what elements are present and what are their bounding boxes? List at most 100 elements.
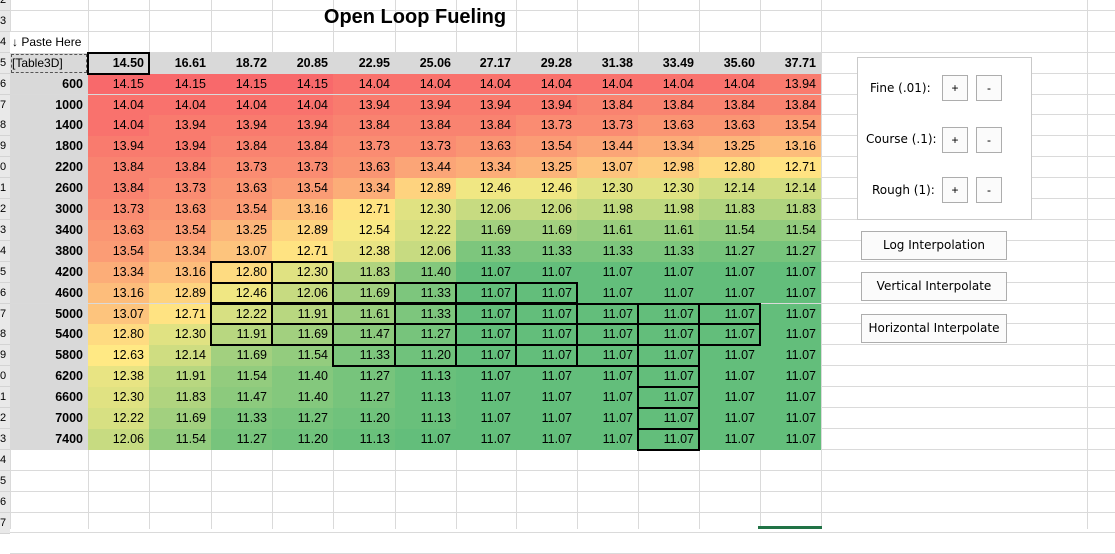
fuel-cell[interactable]: 13.54: [272, 178, 333, 199]
fuel-cell[interactable]: 11.54: [149, 428, 211, 450]
row-number[interactable]: 1: [0, 178, 10, 200]
column-header[interactable]: 20.85: [272, 52, 333, 74]
column-header[interactable]: 29.28: [516, 52, 577, 74]
column-header[interactable]: 35.60: [699, 52, 760, 74]
fuel-cell[interactable]: 11.40: [272, 366, 333, 388]
fuel-cell[interactable]: 13.63: [638, 115, 699, 137]
fuel-cell[interactable]: 14.04: [577, 73, 638, 95]
column-header[interactable]: 33.49: [638, 52, 699, 74]
fuel-cell[interactable]: 12.14: [149, 345, 211, 367]
row-number[interactable]: 7: [0, 94, 10, 116]
fuel-cell[interactable]: 11.33: [333, 345, 395, 367]
rpm-header[interactable]: 7000: [10, 408, 88, 429]
fuel-cell[interactable]: 11.07: [638, 282, 699, 304]
row-number[interactable]: 9: [0, 136, 10, 158]
rpm-header[interactable]: 1000: [10, 94, 88, 116]
fuel-cell[interactable]: 11.27: [395, 324, 456, 346]
fuel-cell[interactable]: 12.80: [88, 324, 149, 346]
fuel-cell[interactable]: 14.04: [333, 73, 395, 95]
row-number[interactable]: 4: [0, 240, 10, 262]
fuel-cell[interactable]: 13.94: [272, 115, 333, 137]
fuel-cell[interactable]: 12.30: [88, 387, 149, 408]
fuel-cell[interactable]: 11.07: [638, 324, 699, 346]
fuel-cell[interactable]: 11.07: [456, 428, 516, 450]
fuel-cell[interactable]: 11.07: [456, 366, 516, 388]
fuel-cell[interactable]: 11.13: [333, 428, 395, 450]
row-number[interactable]: 7: [0, 512, 10, 534]
fuel-cell[interactable]: 11.07: [638, 366, 699, 388]
fuel-cell[interactable]: 11.07: [699, 324, 760, 346]
fuel-cell[interactable]: 13.54: [211, 199, 272, 220]
fuel-cell[interactable]: 11.07: [577, 345, 638, 367]
fuel-cell[interactable]: 12.46: [211, 282, 272, 304]
fuel-cell[interactable]: 11.07: [516, 324, 577, 346]
fuel-cell[interactable]: 13.34: [638, 136, 699, 158]
fuel-cell[interactable]: 11.69: [272, 324, 333, 346]
fuel-cell[interactable]: 11.07: [516, 303, 577, 325]
fuel-cell[interactable]: 13.16: [272, 199, 333, 220]
fuel-cell[interactable]: 12.30: [272, 261, 333, 283]
column-header[interactable]: 18.72: [211, 52, 272, 74]
fuel-cell[interactable]: 12.71: [272, 240, 333, 262]
horizontal-interpolate-button[interactable]: Horizontal Interpolate: [861, 314, 1007, 343]
fuel-cell[interactable]: 11.54: [760, 219, 821, 241]
course-minus-button[interactable]: -: [976, 127, 1002, 153]
fuel-cell[interactable]: 12.63: [88, 345, 149, 367]
fuel-cell[interactable]: 11.07: [760, 324, 821, 346]
fuel-cell[interactable]: 13.54: [88, 240, 149, 262]
fuel-cell[interactable]: 11.07: [699, 282, 760, 304]
fuel-cell[interactable]: 14.04: [638, 73, 699, 95]
fuel-cell[interactable]: 11.07: [760, 261, 821, 283]
fuel-cell[interactable]: 13.16: [88, 282, 149, 304]
fuel-cell[interactable]: 11.61: [333, 303, 395, 325]
fuel-cell[interactable]: 12.46: [456, 178, 516, 199]
fuel-cell[interactable]: 12.38: [88, 366, 149, 388]
fuel-cell[interactable]: 12.06: [272, 282, 333, 304]
row-number[interactable]: 6: [0, 73, 10, 95]
column-header[interactable]: 37.71: [760, 52, 821, 74]
fuel-cell[interactable]: 11.07: [760, 282, 821, 304]
table3d-label[interactable]: [Table3D]: [10, 52, 88, 74]
rpm-header[interactable]: 2200: [10, 157, 88, 179]
fuel-cell[interactable]: 13.63: [149, 199, 211, 220]
fuel-cell[interactable]: 12.06: [395, 240, 456, 262]
fuel-cell[interactable]: 13.84: [395, 115, 456, 137]
fuel-cell[interactable]: 13.34: [456, 157, 516, 179]
fuel-cell[interactable]: 11.07: [456, 387, 516, 408]
fuel-cell[interactable]: 12.54: [333, 219, 395, 241]
fuel-cell[interactable]: 12.80: [699, 157, 760, 179]
fuel-cell[interactable]: 13.73: [88, 199, 149, 220]
row-number[interactable]: 0: [0, 157, 10, 179]
row-number[interactable]: 5: [0, 52, 10, 74]
fuel-cell[interactable]: 11.07: [699, 428, 760, 450]
fuel-cell[interactable]: 13.25: [699, 136, 760, 158]
fuel-cell[interactable]: 11.27: [760, 240, 821, 262]
fuel-cell[interactable]: 11.07: [760, 303, 821, 325]
fuel-cell[interactable]: 11.07: [516, 366, 577, 388]
fuel-cell[interactable]: 14.15: [211, 73, 272, 95]
row-number[interactable]: 3: [0, 428, 10, 450]
fuel-cell[interactable]: 11.07: [516, 345, 577, 367]
fuel-cell[interactable]: 13.84: [88, 178, 149, 199]
fuel-cell[interactable]: 11.13: [395, 387, 456, 408]
rpm-header[interactable]: 4600: [10, 282, 88, 304]
fuel-cell[interactable]: 13.34: [149, 240, 211, 262]
fuel-cell[interactable]: 13.94: [88, 136, 149, 158]
fuel-cell[interactable]: 14.04: [699, 73, 760, 95]
fuel-cell[interactable]: 11.69: [456, 219, 516, 241]
fuel-cell[interactable]: 14.04: [88, 115, 149, 137]
fuel-cell[interactable]: 11.07: [760, 345, 821, 367]
fuel-cell[interactable]: 12.46: [516, 178, 577, 199]
fuel-cell[interactable]: 13.84: [272, 136, 333, 158]
row-number[interactable]: 8: [0, 324, 10, 346]
fuel-cell[interactable]: 11.07: [577, 261, 638, 283]
fuel-cell[interactable]: 13.84: [638, 94, 699, 116]
fuel-cell[interactable]: 13.63: [699, 115, 760, 137]
column-header[interactable]: 14.50: [88, 52, 149, 74]
row-number[interactable]: 8: [0, 115, 10, 137]
fuel-cell[interactable]: 12.38: [333, 240, 395, 262]
row-number[interactable]: 6: [0, 282, 10, 304]
rpm-header[interactable]: 5000: [10, 303, 88, 325]
fuel-cell[interactable]: 14.04: [211, 94, 272, 116]
rpm-header[interactable]: 6600: [10, 387, 88, 408]
